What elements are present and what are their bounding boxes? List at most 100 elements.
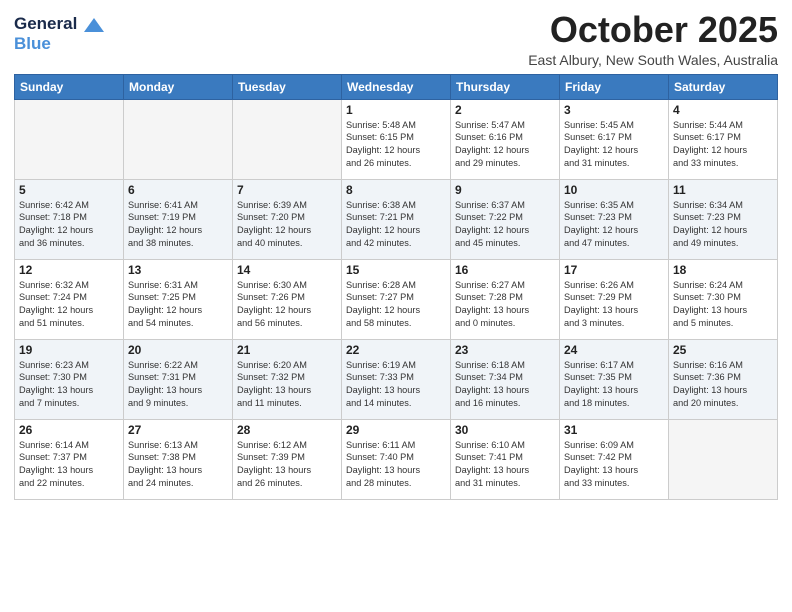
- col-thursday: Thursday: [451, 74, 560, 99]
- day-number: 10: [564, 183, 664, 197]
- calendar-cell: 13 Sunrise: 6:31 AM Sunset: 7:25 PM Dayli…: [124, 259, 233, 339]
- day-number: 13: [128, 263, 228, 277]
- col-sunday: Sunday: [15, 74, 124, 99]
- day-info: Sunrise: 6:20 AM Sunset: 7:32 PM Dayligh…: [237, 359, 337, 411]
- calendar-cell: 4 Sunrise: 5:44 AM Sunset: 6:17 PM Daylig…: [669, 99, 778, 179]
- day-number: 25: [673, 343, 773, 357]
- day-info: Sunrise: 6:18 AM Sunset: 7:34 PM Dayligh…: [455, 359, 555, 411]
- day-info: Sunrise: 6:42 AM Sunset: 7:18 PM Dayligh…: [19, 199, 119, 251]
- day-number: 23: [455, 343, 555, 357]
- header: General Blue October 2025 East Albury, N…: [14, 10, 778, 68]
- calendar-cell: 1 Sunrise: 5:48 AM Sunset: 6:15 PM Daylig…: [342, 99, 451, 179]
- calendar-cell: 31Sunrise: 6:09 AM Sunset: 7:42 PM Dayli…: [560, 419, 669, 499]
- day-info: Sunrise: 6:38 AM Sunset: 7:21 PM Dayligh…: [346, 199, 446, 251]
- day-info: Sunrise: 6:17 AM Sunset: 7:35 PM Dayligh…: [564, 359, 664, 411]
- day-number: 24: [564, 343, 664, 357]
- col-tuesday: Tuesday: [233, 74, 342, 99]
- day-number: 26: [19, 423, 119, 437]
- calendar-cell: 30Sunrise: 6:10 AM Sunset: 7:41 PM Dayli…: [451, 419, 560, 499]
- day-info: Sunrise: 6:26 AM Sunset: 7:29 PM Dayligh…: [564, 279, 664, 331]
- day-number: 27: [128, 423, 228, 437]
- logo-general: General: [14, 14, 104, 34]
- day-number: 20: [128, 343, 228, 357]
- page: General Blue October 2025 East Albury, N…: [0, 0, 792, 612]
- calendar-cell: 24 Sunrise: 6:17 AM Sunset: 7:35 PM Dayli…: [560, 339, 669, 419]
- day-number: 12: [19, 263, 119, 277]
- day-info: Sunrise: 6:14 AM Sunset: 7:37 PM Dayligh…: [19, 439, 119, 491]
- day-number: 2: [455, 103, 555, 117]
- day-number: 21: [237, 343, 337, 357]
- day-number: 19: [19, 343, 119, 357]
- calendar-row-4: 26 Sunrise: 6:14 AM Sunset: 7:37 PM Dayli…: [15, 419, 778, 499]
- logo-icon: [84, 18, 104, 32]
- month-title: October 2025: [528, 10, 778, 50]
- day-number: 6: [128, 183, 228, 197]
- calendar-cell: 17 Sunrise: 6:26 AM Sunset: 7:29 PM Dayli…: [560, 259, 669, 339]
- day-info: Sunrise: 6:35 AM Sunset: 7:23 PM Dayligh…: [564, 199, 664, 251]
- calendar-cell: [233, 99, 342, 179]
- subtitle: East Albury, New South Wales, Australia: [528, 52, 778, 68]
- day-info: Sunrise: 5:44 AM Sunset: 6:17 PM Dayligh…: [673, 119, 773, 171]
- day-info: Sunrise: 6:31 AM Sunset: 7:25 PM Dayligh…: [128, 279, 228, 331]
- day-info: Sunrise: 6:39 AM Sunset: 7:20 PM Dayligh…: [237, 199, 337, 251]
- calendar-cell: 20 Sunrise: 6:22 AM Sunset: 7:31 PM Dayli…: [124, 339, 233, 419]
- calendar-cell: 19Sunrise: 6:23 AM Sunset: 7:30 PM Dayli…: [15, 339, 124, 419]
- calendar-cell: 21 Sunrise: 6:20 AM Sunset: 7:32 PM Dayli…: [233, 339, 342, 419]
- day-number: 14: [237, 263, 337, 277]
- calendar-cell: 12 Sunrise: 6:32 AM Sunset: 7:24 PM Dayli…: [15, 259, 124, 339]
- day-info: Sunrise: 6:32 AM Sunset: 7:24 PM Dayligh…: [19, 279, 119, 331]
- logo: General Blue: [14, 10, 104, 53]
- day-number: 16: [455, 263, 555, 277]
- calendar-cell: 11 Sunrise: 6:34 AM Sunset: 7:23 PM Dayli…: [669, 179, 778, 259]
- day-info: Sunrise: 6:22 AM Sunset: 7:31 PM Dayligh…: [128, 359, 228, 411]
- col-saturday: Saturday: [669, 74, 778, 99]
- day-number: 31: [564, 423, 664, 437]
- calendar-cell: 5 Sunrise: 6:42 AM Sunset: 7:18 PM Daylig…: [15, 179, 124, 259]
- day-info: Sunrise: 6:37 AM Sunset: 7:22 PM Dayligh…: [455, 199, 555, 251]
- day-number: 11: [673, 183, 773, 197]
- day-info: Sunrise: 5:48 AM Sunset: 6:15 PM Dayligh…: [346, 119, 446, 171]
- calendar-row-3: 19Sunrise: 6:23 AM Sunset: 7:30 PM Dayli…: [15, 339, 778, 419]
- day-info: Sunrise: 5:47 AM Sunset: 6:16 PM Dayligh…: [455, 119, 555, 171]
- calendar-cell: 18Sunrise: 6:24 AM Sunset: 7:30 PM Dayli…: [669, 259, 778, 339]
- day-number: 15: [346, 263, 446, 277]
- calendar-cell: 15 Sunrise: 6:28 AM Sunset: 7:27 PM Dayli…: [342, 259, 451, 339]
- calendar-cell: 22 Sunrise: 6:19 AM Sunset: 7:33 PM Dayli…: [342, 339, 451, 419]
- calendar-row-0: 1 Sunrise: 5:48 AM Sunset: 6:15 PM Daylig…: [15, 99, 778, 179]
- day-number: 5: [19, 183, 119, 197]
- col-friday: Friday: [560, 74, 669, 99]
- calendar-row-2: 12 Sunrise: 6:32 AM Sunset: 7:24 PM Dayli…: [15, 259, 778, 339]
- day-number: 28: [237, 423, 337, 437]
- day-info: Sunrise: 6:12 AM Sunset: 7:39 PM Dayligh…: [237, 439, 337, 491]
- calendar-cell: 10 Sunrise: 6:35 AM Sunset: 7:23 PM Dayli…: [560, 179, 669, 259]
- day-number: 7: [237, 183, 337, 197]
- day-info: Sunrise: 6:30 AM Sunset: 7:26 PM Dayligh…: [237, 279, 337, 331]
- day-info: Sunrise: 6:41 AM Sunset: 7:19 PM Dayligh…: [128, 199, 228, 251]
- calendar-cell: [124, 99, 233, 179]
- calendar-cell: 26 Sunrise: 6:14 AM Sunset: 7:37 PM Dayli…: [15, 419, 124, 499]
- day-info: Sunrise: 6:28 AM Sunset: 7:27 PM Dayligh…: [346, 279, 446, 331]
- day-number: 30: [455, 423, 555, 437]
- col-monday: Monday: [124, 74, 233, 99]
- day-number: 3: [564, 103, 664, 117]
- calendar-cell: 9Sunrise: 6:37 AM Sunset: 7:22 PM Daylig…: [451, 179, 560, 259]
- day-info: Sunrise: 6:34 AM Sunset: 7:23 PM Dayligh…: [673, 199, 773, 251]
- day-info: Sunrise: 6:11 AM Sunset: 7:40 PM Dayligh…: [346, 439, 446, 491]
- calendar-cell: [15, 99, 124, 179]
- calendar-cell: 8Sunrise: 6:38 AM Sunset: 7:21 PM Daylig…: [342, 179, 451, 259]
- calendar-cell: 28 Sunrise: 6:12 AM Sunset: 7:39 PM Dayli…: [233, 419, 342, 499]
- day-info: Sunrise: 6:13 AM Sunset: 7:38 PM Dayligh…: [128, 439, 228, 491]
- calendar-cell: 27 Sunrise: 6:13 AM Sunset: 7:38 PM Dayli…: [124, 419, 233, 499]
- day-number: 29: [346, 423, 446, 437]
- day-info: Sunrise: 5:45 AM Sunset: 6:17 PM Dayligh…: [564, 119, 664, 171]
- logo-blue: Blue: [14, 34, 104, 54]
- calendar-cell: 14 Sunrise: 6:30 AM Sunset: 7:26 PM Dayli…: [233, 259, 342, 339]
- day-number: 17: [564, 263, 664, 277]
- day-number: 4: [673, 103, 773, 117]
- title-block: October 2025 East Albury, New South Wale…: [528, 10, 778, 68]
- day-number: 1: [346, 103, 446, 117]
- calendar-cell: [669, 419, 778, 499]
- day-info: Sunrise: 6:19 AM Sunset: 7:33 PM Dayligh…: [346, 359, 446, 411]
- calendar-row-1: 5 Sunrise: 6:42 AM Sunset: 7:18 PM Daylig…: [15, 179, 778, 259]
- day-number: 22: [346, 343, 446, 357]
